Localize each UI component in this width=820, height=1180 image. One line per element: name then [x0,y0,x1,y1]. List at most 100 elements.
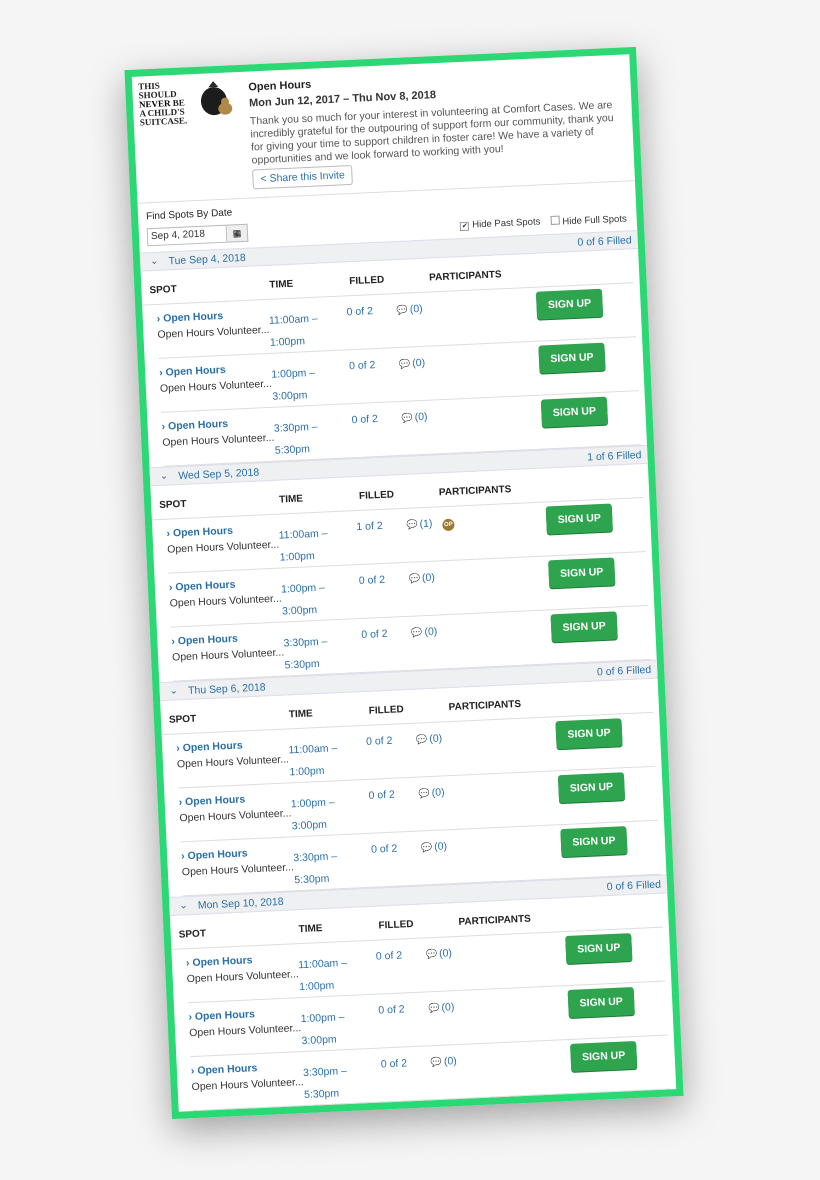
sign-up-button[interactable]: SIGN UP [545,503,613,535]
spot-name: Open Hours [184,793,246,809]
comment-icon: 💬 [401,412,413,423]
comments-link[interactable]: 💬(0) [396,303,423,316]
filled-count: 1 of 2 [356,519,383,534]
share-label: Share this Invite [269,169,346,185]
filled-count: 0 of 2 [378,1003,405,1017]
sign-up-button[interactable]: SIGN UP [538,342,606,374]
filled-count: 0 of 2 [351,413,379,427]
day-filled-count: 0 of 6 Filled [606,878,662,893]
logo-line: SUITCASE. [139,115,188,128]
comments-link[interactable]: 💬(0) [411,626,438,639]
find-spots-label: Find Spots By Date [145,207,233,223]
time-end: 1:00pm [269,335,306,349]
spot-name-link[interactable]: › Open Hours [191,1060,303,1077]
spot-name: Open Hours [175,578,236,594]
sign-up-button[interactable]: SIGN UP [570,1040,638,1072]
filled-count: 0 of 2 [361,627,388,641]
spot-name-link[interactable]: › Open Hours [188,1006,300,1023]
spot-description: Open Hours Volunteer... [179,807,292,825]
time-end: 3:00pm [291,818,328,833]
filled-count: 0 of 2 [380,1057,408,1071]
sign-up-button[interactable]: SIGN UP [535,288,604,320]
spot-name-link[interactable]: › Open Hours [171,631,283,648]
calendar-icon[interactable]: ▦ [226,223,249,243]
date-input[interactable]: Sep 4, 2018 [146,224,228,247]
sign-up-button[interactable]: SIGN UP [557,772,626,804]
comments-count: (0) [411,356,426,370]
hide-full-checkbox[interactable]: Hide Full Spots [550,213,627,228]
sign-up-button[interactable]: SIGN UP [555,718,623,750]
filled-count: 0 of 2 [375,949,403,963]
filled-count: 0 of 2 [346,305,374,319]
time-end: 3:00pm [272,389,308,403]
comments-link[interactable]: 💬(0) [418,786,445,799]
spot-name-link[interactable]: › Open Hours [181,845,293,862]
comments-link[interactable]: 💬(0) [428,1001,455,1014]
comments-link[interactable]: 💬(0) [421,840,448,853]
spot-name: Open Hours [162,309,224,325]
spot-name-link[interactable]: › Open Hours [186,952,298,969]
sign-up-button[interactable]: SIGN UP [548,557,616,589]
spot-name-link[interactable]: › Open Hours [166,523,278,540]
comment-icon: 💬 [406,519,418,530]
comment-icon: 💬 [430,1056,443,1068]
time-end: 5:30pm [274,443,311,457]
comments-count: (0) [433,840,448,853]
comments-link[interactable]: 💬(0) [416,732,443,745]
time-end: 1:00pm [279,550,315,564]
spot-name: Open Hours [165,363,226,379]
col-filled: FILLED [368,704,404,717]
sign-up-button[interactable]: SIGN UP [565,933,633,965]
spot-name-link[interactable]: › Open Hours [178,791,290,808]
comments-count: (0) [414,410,428,424]
col-participants: PARTICIPANTS [428,269,502,284]
comment-icon: 💬 [411,627,423,638]
sign-up-button[interactable]: SIGN UP [540,396,609,428]
day-date: Thu Sep 6, 2018 [187,680,266,697]
comments-count: (0) [443,1055,458,1068]
col-time: TIME [269,278,294,291]
hide-past-checkbox[interactable]: ✔ Hide Past Spots [460,216,541,232]
spot-name-link[interactable]: › Open Hours [169,577,281,594]
spot-name: Open Hours [177,632,239,648]
comments-link[interactable]: 💬(0) [426,947,453,960]
filled-count: 0 of 2 [370,842,398,856]
comments-link[interactable]: 💬(1) [406,518,433,531]
filled-count: 0 of 2 [348,359,376,373]
spot-description: Open Hours Volunteer... [169,592,282,610]
col-spot: SPOT [149,284,177,297]
signup-sheet-card: THIS SHOULD NEVER BE A CHILD'S SUITCASE.… [124,46,684,1120]
day-date: Wed Sep 5, 2018 [178,465,260,482]
spot-name: Open Hours [182,739,243,755]
spot-name-link[interactable]: › Open Hours [161,416,273,433]
comments-link[interactable]: 💬(0) [430,1055,458,1068]
sign-up-button[interactable]: SIGN UP [567,987,635,1018]
spot-description: Open Hours Volunteer... [181,861,295,879]
sign-up-button[interactable]: SIGN UP [550,611,618,643]
spot-name-link[interactable]: › Open Hours [159,362,271,379]
spot-name-link[interactable]: › Open Hours [176,737,288,754]
chevron-down-icon: ⌄ [149,255,159,268]
col-spot: SPOT [178,928,207,941]
days-list: ⌄ Tue Sep 4, 2018 0 of 6 Filled SPOT TIME FIL… [139,230,676,1112]
logo-text: THIS SHOULD NEVER BE A CHILD'S SUITCASE. [138,80,198,128]
col-spot: SPOT [168,713,197,726]
filled-count: 0 of 2 [368,788,396,802]
chevron-down-icon: ⌄ [179,900,189,912]
sign-up-button[interactable]: SIGN UP [560,826,628,858]
spot-name-link[interactable]: › Open Hours [156,308,268,325]
day-filled-count: 0 of 6 Filled [596,663,652,678]
comment-icon: 💬 [398,358,411,369]
spot-description: Open Hours Volunteer... [191,1076,304,1094]
col-filled: FILLED [378,918,414,932]
spot-name: Open Hours [197,1062,258,1077]
comments-link[interactable]: 💬(0) [399,357,426,370]
checkbox-icon [550,215,560,225]
spot-name: Open Hours [172,524,234,540]
share-invite-button[interactable]: < Share this Invite [252,164,354,190]
comments-count: (1) [419,517,433,531]
comments-link[interactable]: 💬(0) [401,411,428,424]
event-description: Thank you so much for your interest in v… [249,99,614,166]
comments-link[interactable]: 💬(0) [409,572,436,585]
comment-icon: 💬 [420,841,433,853]
